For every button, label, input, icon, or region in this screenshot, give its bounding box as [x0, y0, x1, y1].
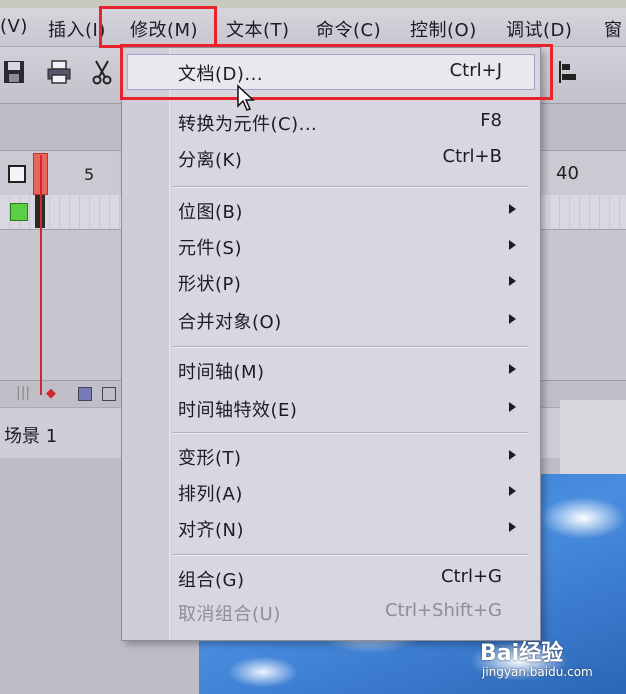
submenu-arrow-icon: [509, 364, 516, 374]
menu-item-symbol[interactable]: 元件(S): [122, 228, 540, 262]
menu-item-label: 排列(A): [178, 484, 243, 505]
menu-item-align[interactable]: 对齐(N): [122, 510, 540, 544]
menu-item-shape[interactable]: 形状(P): [122, 264, 540, 298]
submenu-arrow-icon: [509, 314, 516, 324]
cut-icon[interactable]: [90, 59, 116, 85]
onion-outline-icon[interactable]: [102, 387, 116, 401]
layer-color-icon[interactable]: [10, 203, 28, 221]
submenu-arrow-icon: [509, 204, 516, 214]
submenu-arrow-icon: [509, 450, 516, 460]
menu-item-shortcut: Ctrl+Shift+G: [384, 600, 502, 621]
menu-debug[interactable]: 调试(D): [506, 16, 572, 42]
watermark-url: jingyan.baidu.com: [482, 665, 593, 679]
menu-item-label: 时间轴特效(E): [178, 400, 298, 421]
menu-item-transform[interactable]: 变形(T): [122, 438, 540, 472]
center-frame-icon[interactable]: ◆: [46, 386, 56, 401]
menu-separator: [172, 186, 528, 188]
save-icon[interactable]: [2, 59, 28, 85]
menu-item-label: 变形(T): [178, 448, 242, 469]
menu-item-label: 对齐(N): [178, 520, 245, 541]
scene-label[interactable]: 场景 1: [4, 422, 57, 448]
menu-item-group[interactable]: 组合(G) Ctrl+G: [122, 560, 540, 594]
baidu-jingyan-watermark: Bai经验 jingyan.baidu.com: [480, 631, 620, 683]
menu-bar: (V) 插入(I) 修改(M) 文本(T) 命令(C) 控制(O) 调试(D) …: [0, 8, 626, 47]
menu-view[interactable]: (V): [0, 16, 28, 37]
menu-item-break-apart[interactable]: 分离(K) Ctrl+B: [122, 140, 540, 174]
annotation-box-menu: [99, 6, 217, 48]
menu-item-shortcut: F8: [480, 110, 502, 131]
menu-item-timeline[interactable]: 时间轴(M): [122, 352, 540, 386]
resize-handle-icon[interactable]: |||: [16, 385, 30, 401]
annotation-box-document-item: [120, 44, 553, 100]
print-icon[interactable]: [46, 59, 72, 85]
submenu-arrow-icon: [509, 486, 516, 496]
menu-insert[interactable]: 插入(I): [48, 16, 106, 42]
menu-item-arrange[interactable]: 排列(A): [122, 474, 540, 508]
menu-item-label: 形状(P): [178, 274, 242, 295]
menu-item-label: 合并对象(O): [178, 312, 282, 333]
align-icon[interactable]: [556, 59, 582, 85]
outline-toggle-icon[interactable]: [8, 165, 26, 183]
menu-item-label: 位图(B): [178, 202, 243, 223]
menu-item-label: 元件(S): [178, 238, 242, 259]
playhead-line: [40, 155, 42, 395]
menu-item-shortcut: Ctrl+B: [442, 146, 502, 167]
menu-separator: [172, 346, 528, 348]
submenu-arrow-icon: [509, 276, 516, 286]
menu-separator: [172, 554, 528, 556]
ruler-label-40: 40: [556, 163, 579, 184]
ruler-label-5: 5: [84, 165, 95, 184]
modify-dropdown-menu: 文档(D)... Ctrl+J 转换为元件(C)... F8 分离(K) Ctr…: [121, 47, 541, 641]
submenu-arrow-icon: [509, 240, 516, 250]
menu-item-bitmap[interactable]: 位图(B): [122, 192, 540, 226]
stage-edge: [560, 400, 626, 475]
menu-item-label: 时间轴(M): [178, 362, 265, 383]
menu-control[interactable]: 控制(O): [410, 16, 477, 42]
menu-separator: [172, 432, 528, 434]
menu-item-label: 组合(G): [178, 570, 245, 591]
menu-commands[interactable]: 命令(C): [316, 16, 381, 42]
menu-item-convert-to-symbol[interactable]: 转换为元件(C)... F8: [122, 104, 540, 138]
mouse-cursor-icon: [236, 84, 256, 116]
menu-item-timeline-effects[interactable]: 时间轴特效(E): [122, 390, 540, 424]
menu-item-combine-objects[interactable]: 合并对象(O): [122, 302, 540, 336]
submenu-arrow-icon: [509, 402, 516, 412]
menu-item-ungroup[interactable]: 取消组合(U) Ctrl+Shift+G: [122, 594, 540, 628]
menu-item-label: 分离(K): [178, 150, 243, 171]
menu-text[interactable]: 文本(T): [226, 16, 290, 42]
menu-item-shortcut: Ctrl+G: [440, 566, 502, 587]
onion-skin-icon[interactable]: [78, 387, 92, 401]
menu-window[interactable]: 窗: [604, 16, 623, 42]
menu-item-label: 取消组合(U): [178, 604, 281, 625]
watermark-brand: Bai经验: [480, 641, 564, 666]
submenu-arrow-icon: [509, 522, 516, 532]
